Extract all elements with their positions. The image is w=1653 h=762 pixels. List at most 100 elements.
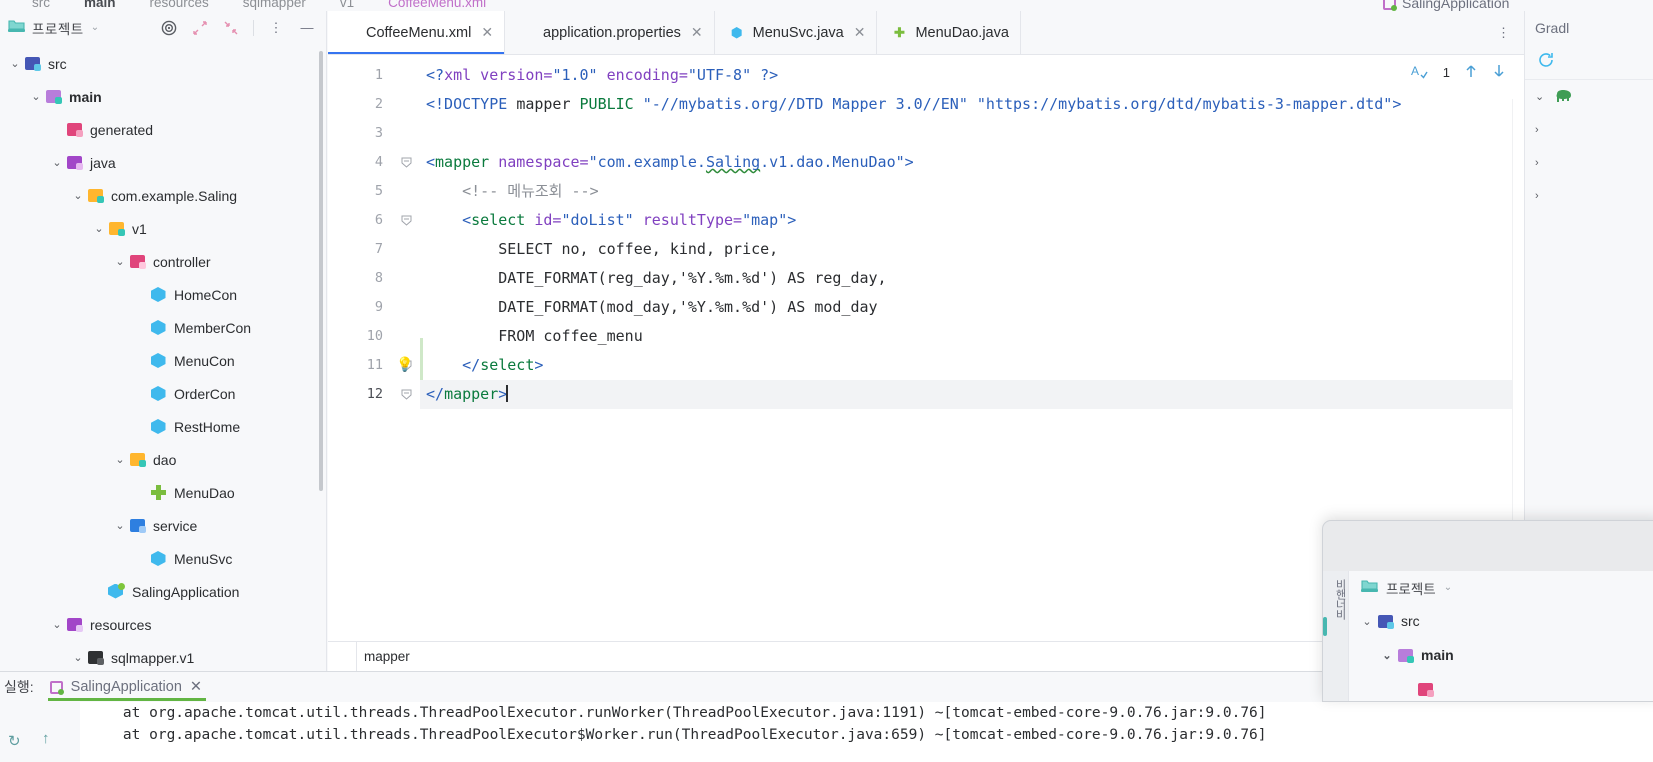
tree-item-sqlmapper-v1[interactable]: ⌄ sqlmapper.v1	[0, 641, 326, 671]
code-line[interactable]: DATE_FORMAT(reg_day,'%Y.%m.%d') AS reg_d…	[420, 264, 1524, 293]
editor-tab-menusvc-java[interactable]: ⬢ MenuSvc.java ✕	[715, 11, 878, 54]
run-console[interactable]: at org.apache.tomcat.util.threads.Thread…	[80, 702, 1653, 762]
floating-preview-window[interactable]: 비핸너비 프로젝트 ⌄ ⌄ src ⌄ main	[1322, 520, 1653, 702]
chevron-right-icon[interactable]: ›	[1535, 190, 1547, 202]
breadcrumb-item-main[interactable]: main	[84, 0, 116, 10]
code-line[interactable]	[420, 119, 1524, 148]
target-icon[interactable]	[160, 19, 178, 37]
chevron-down-icon[interactable]: ⌄	[113, 519, 127, 532]
code-line[interactable]: <!-- 메뉴조회 -->	[420, 177, 1524, 206]
scroll-up-icon[interactable]: ↑	[42, 730, 50, 747]
tree-item-resthome[interactable]: RestHome	[0, 410, 326, 443]
code-line[interactable]: FROM coffee_menu	[420, 322, 1524, 351]
chevron-down-icon[interactable]: ⌄	[50, 618, 64, 631]
close-tab-icon[interactable]: ✕	[691, 24, 703, 41]
code-line[interactable]: </mapper>	[420, 380, 1524, 409]
editor-tab-menudao-java[interactable]: ✚ MenuDao.java	[877, 11, 1021, 54]
fold-toggle-icon[interactable]	[392, 380, 420, 409]
fold-toggle-icon[interactable]	[392, 206, 420, 235]
popup-panel-header[interactable]: 프로젝트 ⌄	[1349, 571, 1653, 604]
hide-panel-icon[interactable]: —	[298, 19, 316, 37]
close-tab-icon[interactable]: ✕	[481, 24, 493, 41]
tree-item-com-example-saling[interactable]: ⌄ com.example.Saling	[0, 179, 326, 212]
tree-item-generated[interactable]: generated	[0, 113, 326, 146]
tree-item-ordercon[interactable]: OrderCon	[0, 377, 326, 410]
tree-item-src[interactable]: ⌄ src	[0, 47, 326, 80]
tree-item-membercon[interactable]: MemberCon	[0, 311, 326, 344]
chevron-down-icon[interactable]: ⌄	[71, 651, 85, 664]
tree-item-resources[interactable]: ⌄ resources	[0, 608, 326, 641]
console-line[interactable]: at org.apache.tomcat.util.threads.Thread…	[88, 724, 1653, 746]
code-line[interactable]: <!DOCTYPE mapper PUBLIC "-//mybatis.org/…	[420, 90, 1524, 119]
project-tree[interactable]: ⌄ src ⌄ main generated ⌄ java ⌄ com.example.Sali…	[0, 44, 326, 671]
tree-item-java[interactable]: ⌄ java	[0, 146, 326, 179]
editor-breadcrumb-mapper[interactable]: mapper	[364, 649, 410, 664]
tree-item-salingapplication[interactable]: SalingApplication	[0, 575, 326, 608]
expand-all-icon[interactable]	[191, 19, 209, 37]
chevron-down-icon[interactable]: ⌄	[1379, 649, 1395, 662]
tree-item-menudao[interactable]: MenuDao	[0, 476, 326, 509]
rerun-icon[interactable]: ↻	[8, 732, 21, 750]
editor-tab-application-properties[interactable]: application.properties ✕	[505, 11, 715, 54]
breadcrumb-item-v1[interactable]: v1	[340, 0, 354, 10]
intention-bulb-icon[interactable]: 💡	[396, 351, 413, 380]
chevron-down-icon[interactable]: ⌄	[113, 255, 127, 268]
tree-item-menusvc[interactable]: MenuSvc	[0, 542, 326, 575]
chevron-right-icon[interactable]: ›	[1535, 124, 1547, 136]
chevron-down-icon[interactable]: ⌄	[91, 22, 99, 33]
gradle-child-row-1[interactable]: ›	[1525, 113, 1653, 146]
chevron-down-icon[interactable]: ⌄	[1535, 90, 1547, 103]
breadcrumb-item-resources[interactable]: resources	[150, 0, 209, 10]
tree-item-v1[interactable]: ⌄ v1	[0, 212, 326, 245]
tree-item-dao[interactable]: ⌄ dao	[0, 443, 326, 476]
editor-tab-bar[interactable]: CoffeeMenu.xml ✕ application.properties ✕ ⬢ M…	[328, 11, 1524, 55]
gradle-root-row[interactable]: ⌄	[1525, 80, 1653, 113]
popup-tree-item-src[interactable]: ⌄ src	[1349, 604, 1653, 638]
fold-toggle-icon[interactable]	[392, 148, 420, 177]
tree-item-homecon[interactable]: HomeCon	[0, 278, 326, 311]
code-line[interactable]: 💡 </select>	[396, 351, 1524, 380]
chevron-down-icon[interactable]: ⌄	[50, 156, 64, 169]
popup-tree-item-node-2[interactable]	[1349, 672, 1653, 701]
breadcrumb-item-sqlmapper[interactable]: sqlmapper	[243, 0, 306, 10]
chevron-down-icon[interactable]: ⌄	[71, 189, 85, 202]
inspection-widget[interactable]: A 1	[1411, 63, 1506, 82]
code-line[interactable]: <select id="doList" resultType="map">	[420, 206, 1524, 235]
breadcrumb-item-src[interactable]: src	[32, 0, 50, 10]
more-options-icon[interactable]: ⋮	[267, 19, 285, 37]
gradle-child-row-2[interactable]: ›	[1525, 146, 1653, 179]
console-line[interactable]: at org.apache.tomcat.util.threads.Thread…	[88, 702, 1653, 724]
editor-tab-coffeemenu-xml[interactable]: CoffeeMenu.xml ✕	[328, 11, 506, 54]
gradle-child-row-3[interactable]: ›	[1525, 179, 1653, 212]
collapse-all-icon[interactable]	[222, 19, 240, 37]
run-tab-salingapplication[interactable]: SalingApplication ✕	[44, 676, 210, 701]
project-tree-scrollbar[interactable]	[319, 51, 323, 491]
tree-item-menucon[interactable]: MenuCon	[0, 344, 326, 377]
chevron-down-icon[interactable]: ⌄	[8, 57, 22, 70]
popup-tree-item-main[interactable]: ⌄ main	[1349, 638, 1653, 672]
code-line[interactable]: <?xml version="1.0" encoding="UTF-8" ?>	[420, 61, 1524, 90]
refresh-gradle-icon[interactable]	[1537, 51, 1555, 72]
code-line[interactable]: DATE_FORMAT(mod_day,'%Y.%m.%d') AS mod_d…	[420, 293, 1524, 322]
popup-project-tree[interactable]: ⌄ src ⌄ main	[1349, 604, 1653, 701]
chevron-down-icon[interactable]: ⌄	[29, 90, 43, 103]
project-panel-title[interactable]: 프로젝트 ⌄	[8, 18, 99, 38]
chevron-down-icon[interactable]: ⌄	[1444, 582, 1452, 593]
breadcrumb-item-file[interactable]: CoffeeMenu.xml	[388, 0, 486, 10]
more-tabs-icon[interactable]: ⋮	[1483, 11, 1524, 54]
screen-icon[interactable]	[1323, 617, 1327, 636]
inspections-widget-icon[interactable]: A	[1411, 63, 1429, 82]
close-tab-icon[interactable]: ✕	[854, 24, 866, 41]
chevron-down-icon[interactable]: ⌄	[92, 222, 106, 235]
tree-item-service[interactable]: ⌄ service	[0, 509, 326, 542]
tree-item-controller[interactable]: ⌄ controller	[0, 245, 326, 278]
previous-problem-icon[interactable]	[1464, 63, 1478, 82]
chevron-down-icon[interactable]: ⌄	[113, 453, 127, 466]
close-tab-icon[interactable]: ✕	[190, 679, 202, 695]
tree-item-main[interactable]: ⌄ main	[0, 80, 326, 113]
code-line[interactable]: <mapper namespace="com.example.Saling.v1…	[420, 148, 1524, 177]
chevron-down-icon[interactable]: ⌄	[1359, 615, 1375, 628]
chevron-right-icon[interactable]: ›	[1535, 157, 1547, 169]
code-line[interactable]: SELECT no, coffee, kind, price,	[420, 235, 1524, 264]
next-problem-icon[interactable]	[1492, 63, 1506, 82]
